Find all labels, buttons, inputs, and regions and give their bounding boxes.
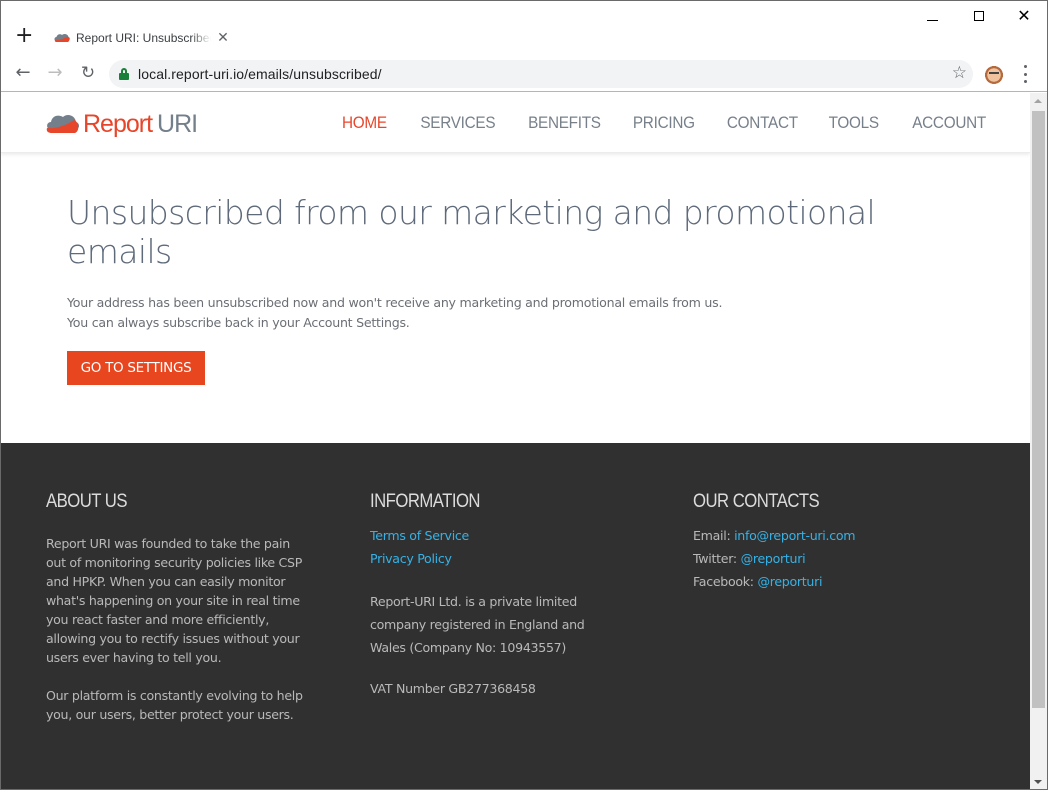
- nav-pricing[interactable]: PRICING: [633, 113, 695, 133]
- maximize-icon: [974, 11, 984, 21]
- lock-icon: [119, 68, 129, 80]
- site-logo[interactable]: Report URI: [46, 109, 198, 138]
- main-nav: HOME SERVICES BENEFITS PRICING CONTACT T…: [312, 113, 986, 133]
- star-icon[interactable]: ☆: [952, 63, 967, 83]
- forward-button[interactable]: →: [43, 61, 67, 85]
- close-icon: ✕: [1017, 6, 1031, 25]
- footer-about: ABOUT US Report URI was founded to take …: [46, 491, 316, 724]
- facebook-link[interactable]: @reporturi: [757, 574, 822, 589]
- vertical-scrollbar[interactable]: [1030, 93, 1047, 789]
- arrow-right-icon: →: [47, 62, 63, 83]
- company-info: Report-URI Ltd. is a private limited com…: [370, 594, 585, 655]
- reload-icon: ↻: [80, 63, 96, 83]
- browser-toolbar: ← → ↻ local.report-uri.io/emails/unsubsc…: [1, 55, 1047, 92]
- report-uri-cloud-icon: [46, 114, 79, 133]
- contact-twitter: Twitter: @reporturi: [693, 551, 806, 566]
- maximize-button[interactable]: [956, 6, 1002, 26]
- message-line: Your address has been unsubscribed now a…: [67, 295, 723, 310]
- browser-window: + Report URI: Unsubscribed ✕ ✕ ← → ↻ loc…: [0, 0, 1048, 790]
- footer-heading: OUR CONTACTS: [693, 491, 820, 512]
- site-header: Report URI HOME SERVICES BENEFITS PRICIN…: [1, 93, 1030, 153]
- address-bar[interactable]: local.report-uri.io/emails/unsubscribed/…: [109, 60, 973, 88]
- about-paragraph: Our platform is constantly evolving to h…: [46, 688, 303, 722]
- arrow-left-icon: ←: [15, 62, 31, 83]
- logo-text-report: Report: [83, 109, 153, 138]
- tab-title: Report URI: Unsubscribed: [76, 31, 211, 45]
- new-tab-button[interactable]: +: [15, 25, 33, 47]
- logo-text-uri: URI: [157, 109, 198, 138]
- tab-strip: + Report URI: Unsubscribed ✕ ✕: [1, 1, 1047, 55]
- scroll-up-arrow-icon[interactable]: [1030, 93, 1047, 110]
- more-vertical-icon[interactable]: [1019, 65, 1031, 83]
- nav-services[interactable]: SERVICES: [420, 113, 495, 133]
- main-content: Unsubscribed from our marketing and prom…: [67, 193, 967, 385]
- nav-contact[interactable]: CONTACT: [727, 113, 798, 133]
- report-uri-cloud-icon: [54, 33, 70, 42]
- plus-icon: +: [15, 23, 34, 48]
- contact-email: Email: info@report-uri.com: [693, 528, 856, 543]
- scroll-down-arrow-icon[interactable]: [1030, 773, 1047, 789]
- avatar[interactable]: [984, 64, 1004, 84]
- minimize-button[interactable]: [909, 6, 955, 26]
- nav-home[interactable]: HOME: [342, 113, 387, 133]
- contact-facebook: Facebook: @reporturi: [693, 574, 823, 589]
- about-paragraph: Report URI was founded to take the pain …: [46, 536, 303, 665]
- url-text[interactable]: local.report-uri.io/emails/unsubscribed/: [138, 66, 382, 82]
- nav-benefits[interactable]: BENEFITS: [528, 113, 601, 133]
- nav-tools[interactable]: TOOLS: [829, 113, 880, 133]
- vat-number: VAT Number GB277368458: [370, 681, 536, 696]
- page-title: Unsubscribed from our marketing and prom…: [67, 193, 876, 271]
- minimize-icon: [926, 20, 938, 21]
- nav-account[interactable]: ACCOUNT: [912, 113, 986, 133]
- message-line: You can always subscribe back in your Ac…: [67, 315, 410, 330]
- footer-heading: INFORMATION: [370, 491, 481, 512]
- browser-tab[interactable]: Report URI: Unsubscribed ✕: [45, 25, 237, 51]
- unsubscribe-message: Your address has been unsubscribed now a…: [67, 293, 967, 333]
- window-close-button[interactable]: ✕: [1001, 6, 1047, 26]
- reload-button[interactable]: ↻: [76, 61, 100, 85]
- contact-list: Email: info@report-uri.com Twitter: @rep…: [693, 524, 963, 593]
- privacy-policy-link[interactable]: Privacy Policy: [370, 551, 452, 566]
- twitter-link[interactable]: @reporturi: [741, 551, 806, 566]
- close-icon[interactable]: ✕: [215, 30, 231, 46]
- page-viewport: Report URI HOME SERVICES BENEFITS PRICIN…: [1, 93, 1030, 789]
- back-button[interactable]: ←: [11, 61, 35, 85]
- footer-links: Terms of Service Privacy Policy: [370, 524, 640, 570]
- scrollbar-thumb[interactable]: [1032, 111, 1045, 708]
- footer-information: INFORMATION Terms of Service Privacy Pol…: [370, 491, 640, 698]
- footer-heading: ABOUT US: [46, 491, 127, 512]
- email-link[interactable]: info@report-uri.com: [734, 528, 855, 543]
- footer-contacts: OUR CONTACTS Email: info@report-uri.com …: [693, 491, 963, 593]
- terms-of-service-link[interactable]: Terms of Service: [370, 528, 469, 543]
- go-to-settings-button[interactable]: GO TO SETTINGS: [67, 351, 205, 385]
- site-footer: ABOUT US Report URI was founded to take …: [1, 443, 1030, 789]
